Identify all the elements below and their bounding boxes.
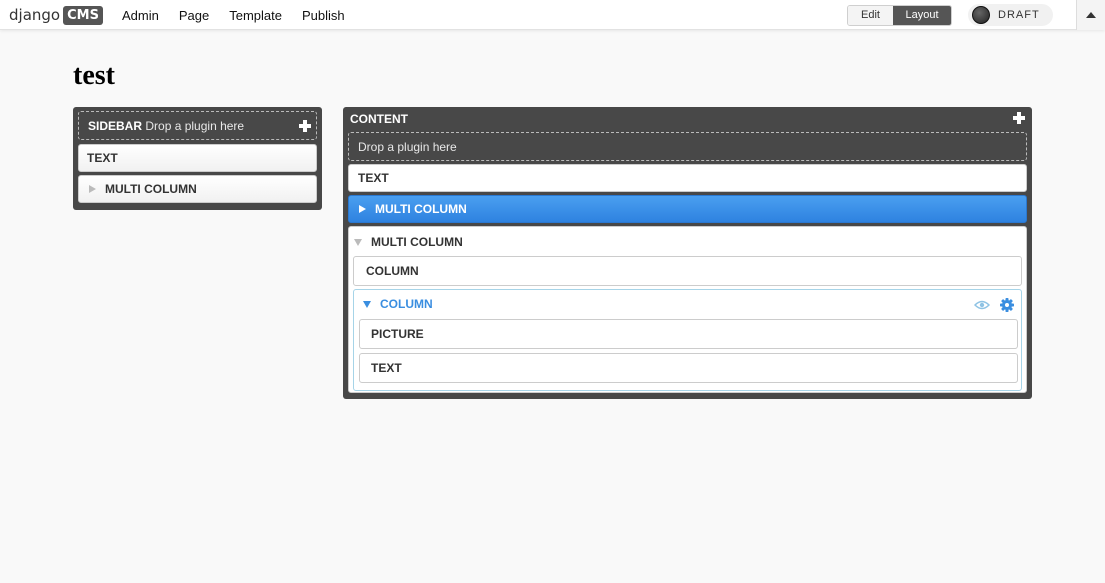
plugin-column-expanded[interactable]: COLUMN PICTURE TEXT (353, 289, 1022, 391)
mode-switch: Edit Layout (847, 5, 952, 26)
add-plugin-icon[interactable] (1013, 112, 1025, 124)
plugin-text[interactable]: TEXT (359, 353, 1018, 383)
plugin-text[interactable]: TEXT (78, 144, 317, 172)
content-placeholder: CONTENT Drop a plugin here TEXT MULTI CO… (343, 107, 1032, 399)
edit-mode-button[interactable]: Edit (848, 6, 893, 25)
cms-toolbar: django CMS Admin Page Template Publish E… (0, 0, 1105, 30)
plugin-multi-column[interactable]: MULTI COLUMN (78, 175, 317, 203)
gear-icon[interactable] (1000, 298, 1014, 312)
column-header: COLUMN (363, 297, 433, 311)
plugin-multi-column-expanded[interactable]: MULTI COLUMN COLUMN COLUMN PICTURE TEXT (348, 226, 1027, 393)
collapse-toolbar-button[interactable] (1076, 0, 1105, 30)
plugin-text[interactable]: TEXT (348, 164, 1027, 192)
sidebar-placeholder-name: SIDEBAR (88, 119, 143, 133)
draft-label: DRAFT (998, 9, 1040, 21)
collapse-arrow-icon[interactable] (354, 238, 362, 246)
page-title: test (73, 60, 115, 91)
add-plugin-icon[interactable] (299, 120, 311, 132)
layout-mode-button[interactable]: Layout (893, 6, 951, 25)
plugin-label: MULTI COLUMN (371, 235, 463, 249)
content-drop-zone[interactable]: Drop a plugin here (348, 132, 1027, 161)
plugin-label: MULTI COLUMN (105, 182, 197, 196)
triangle-up-icon (1086, 12, 1096, 18)
logo-badge: CMS (63, 5, 103, 25)
plugin-picture[interactable]: PICTURE (359, 319, 1018, 349)
menu-item-publish[interactable]: Publish (302, 8, 345, 23)
logo-text: django (9, 6, 61, 24)
sidebar-drop-hint: Drop a plugin here (145, 119, 245, 133)
plugin-multi-column-highlighted[interactable]: MULTI COLUMN (348, 195, 1027, 223)
toolbar-menu: Admin Page Template Publish (122, 0, 365, 30)
content-drop-hint: Drop a plugin here (358, 140, 457, 154)
collapse-arrow-icon[interactable] (363, 300, 371, 308)
django-cms-logo[interactable]: django CMS (9, 4, 103, 26)
eye-icon[interactable] (974, 300, 990, 310)
draft-toggle-knob (972, 6, 990, 24)
menu-item-page[interactable]: Page (179, 8, 209, 23)
plugin-label: PICTURE (371, 327, 424, 341)
expand-arrow-icon[interactable] (89, 185, 96, 193)
plugin-label: TEXT (371, 361, 402, 375)
draft-toggle[interactable]: DRAFT (968, 4, 1053, 26)
plugin-label: COLUMN (366, 264, 419, 278)
sidebar-placeholder: SIDEBAR Drop a plugin here TEXT MULTI CO… (73, 107, 322, 210)
plugin-label: TEXT (358, 171, 389, 185)
expand-arrow-icon[interactable] (359, 205, 366, 213)
menu-item-admin[interactable]: Admin (122, 8, 159, 23)
plugin-label: TEXT (87, 151, 118, 165)
multi-column-header: MULTI COLUMN (354, 235, 463, 249)
plugin-label: COLUMN (380, 297, 433, 311)
plugin-column[interactable]: COLUMN (353, 256, 1022, 286)
content-placeholder-name: CONTENT (350, 112, 408, 126)
sidebar-drop-zone[interactable]: SIDEBAR Drop a plugin here (78, 111, 317, 140)
menu-item-template[interactable]: Template (229, 8, 282, 23)
plugin-label: MULTI COLUMN (375, 202, 467, 216)
